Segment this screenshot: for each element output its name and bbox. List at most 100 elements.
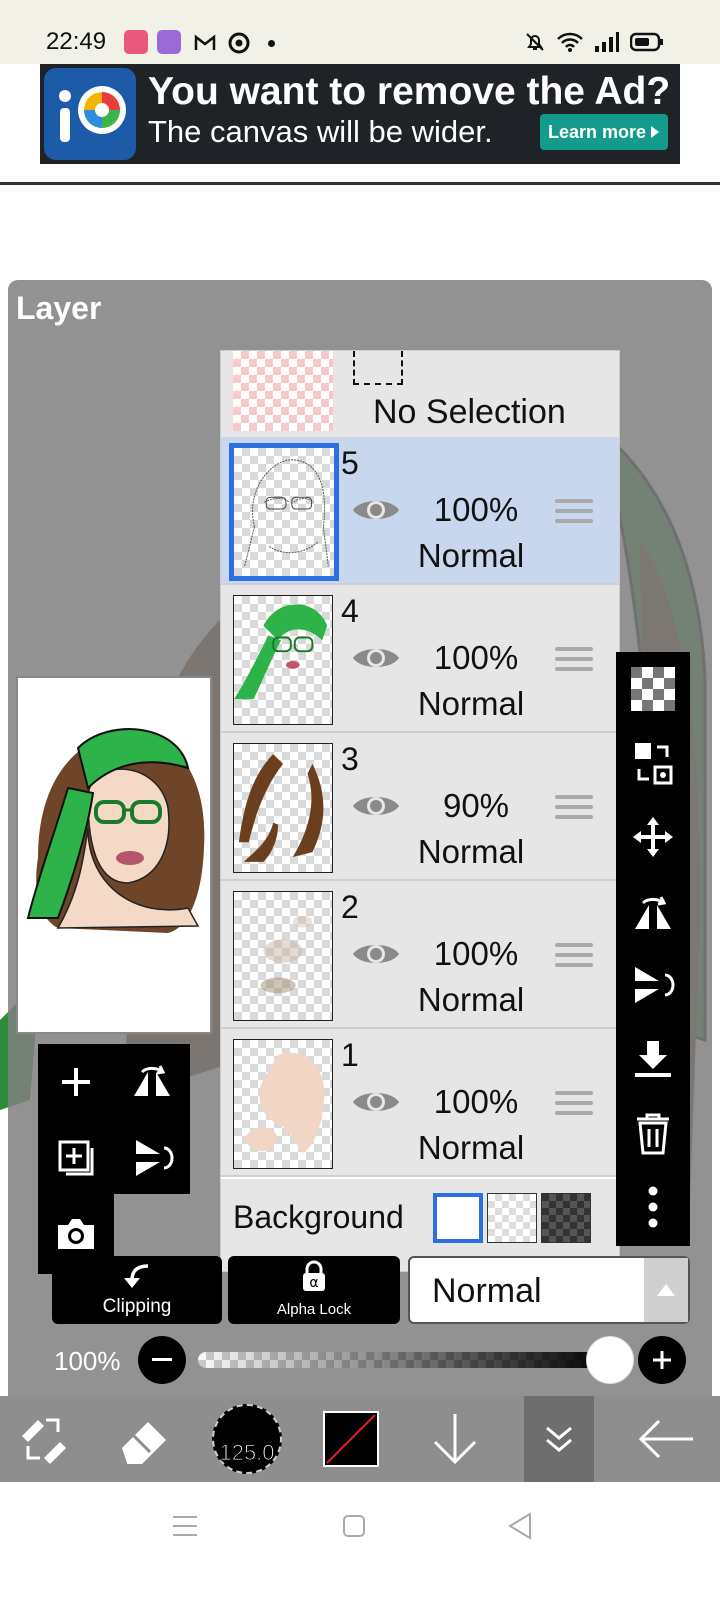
selection-marquee-icon [353,351,403,385]
layer-thumbnail [233,891,333,1021]
menu-nav-icon[interactable] [172,1514,198,1538]
layer-number: 2 [341,889,359,925]
status-bar: 22:49 [0,0,720,64]
layer-opacity: 90% [442,787,510,824]
selection-layer[interactable]: No Selection [221,351,619,441]
signal-icon [595,32,619,52]
battery-icon [630,32,663,52]
opacity-increase-button[interactable] [638,1336,686,1384]
wifi-icon [557,32,583,52]
alpha-lock-button[interactable]: α Alpha Lock [228,1256,400,1324]
drag-handle-icon[interactable] [555,647,593,673]
flip-horizontal-layer-button[interactable] [114,1044,190,1120]
merge-down-button[interactable] [616,1022,690,1096]
back-button[interactable] [626,1396,706,1482]
more-vertical-icon [648,1186,658,1228]
visibility-eye-icon[interactable] [351,937,401,971]
visibility-eye-icon[interactable] [351,1085,401,1119]
layer-thumbnail-art [234,604,328,700]
minus-icon [152,1358,172,1361]
system-nav-bar [0,1482,720,1600]
transparent-fill-button[interactable] [616,652,690,726]
chrome-notification-icon [228,32,250,54]
flip-vertical-button[interactable] [616,948,690,1022]
background-label: Background [233,1199,404,1235]
more-options-button[interactable] [616,1170,690,1244]
flip-vertical-layer-button[interactable] [114,1120,190,1196]
layer-thumbnail [233,1039,333,1169]
learn-more-button[interactable]: Learn more [540,114,668,150]
drag-handle-icon[interactable] [555,1091,593,1117]
background-transparent-swatch[interactable] [487,1193,537,1243]
arrow-left-icon [638,1419,693,1459]
blend-mode-dropdown-arrow[interactable] [644,1258,688,1322]
layer-blend-mode: Normal [417,685,525,722]
layer-row[interactable]: 2 100% Normal [221,881,619,1029]
move-arrows-icon [633,817,673,857]
layer-row[interactable]: 5 100% Normal [221,437,619,585]
flip-horizontal-button[interactable] [616,874,690,948]
layer-thumbnail-art [260,915,313,994]
home-nav-icon[interactable] [342,1514,366,1538]
checkerboard-icon [631,667,675,711]
clipping-arrow-icon [124,1264,149,1288]
ad-banner[interactable]: You want to remove the Ad? The canvas wi… [40,64,680,164]
swap-layers-button[interactable] [616,726,690,800]
preview-artwork [18,728,210,1032]
opacity-slider-track[interactable] [198,1352,610,1368]
alpha-lock-label: Alpha Lock [276,1301,352,1318]
duplicate-icon [58,1140,94,1176]
color-swatch-icon [323,1411,379,1467]
clipping-button[interactable]: Clipping [52,1256,222,1324]
background-white-swatch[interactable] [433,1193,483,1243]
blend-mode-select[interactable]: Normal [408,1256,690,1324]
flip-horizontal-icon [635,896,671,929]
brush-size-button[interactable]: 125.0 [212,1404,282,1474]
layer-thumbnail-art [243,1052,325,1153]
layer-thumbnail [233,743,333,873]
ibis-paint-logo-icon [44,68,136,160]
duplicate-layer-button[interactable] [38,1120,114,1196]
flip-vertical-icon [136,1140,174,1176]
ad-title: You want to remove the Ad? [148,70,671,113]
add-layer-button[interactable] [38,1044,114,1120]
layer-blend-mode: Normal [417,1129,525,1166]
delete-layer-button[interactable] [616,1096,690,1170]
back-nav-icon[interactable] [508,1512,532,1540]
right-layer-tools [616,652,690,1246]
status-time: 22:49 [46,28,107,55]
layer-row[interactable]: 1 100% Normal [221,1029,619,1177]
gmail-notification-icon [194,34,216,50]
layer-thumbnail-art [238,754,324,862]
visibility-eye-icon[interactable] [351,789,401,823]
lock-alpha-icon: α [303,1260,325,1291]
visibility-eye-icon[interactable] [351,641,401,675]
flip-horizontal-icon [134,1065,170,1096]
drag-handle-icon[interactable] [555,943,593,969]
svg-text:α: α [309,1275,318,1291]
layer-panel-toggle-button[interactable] [524,1396,594,1482]
tool-select-button[interactable] [8,1396,78,1482]
move-layer-button[interactable] [616,800,690,874]
background-dark-swatch[interactable] [541,1193,591,1243]
opacity-slider-knob[interactable] [586,1336,634,1384]
learn-more-label: Learn more [547,121,647,142]
eraser-icon [122,1422,166,1464]
layer-blend-mode: Normal [417,833,525,870]
layer-row[interactable]: 3 90% Normal [221,733,619,881]
drag-handle-icon[interactable] [555,499,593,525]
canvas-preview[interactable] [16,676,212,1034]
drag-handle-icon[interactable] [555,795,593,821]
layer-opacity: 100% [433,639,519,676]
layer-blend-mode: Normal [417,537,525,574]
eraser-tool-button[interactable] [110,1396,180,1482]
visibility-eye-icon[interactable] [351,493,401,527]
layer-number: 3 [341,741,359,777]
clipping-label: Clipping [102,1296,172,1317]
layer-thumbnail [233,595,333,725]
layer-number: 4 [341,593,359,629]
layer-row[interactable]: 4 100% Normal [221,585,619,733]
move-down-button[interactable] [420,1396,490,1482]
opacity-decrease-button[interactable] [138,1336,186,1384]
color-picker-button[interactable] [320,1396,382,1482]
